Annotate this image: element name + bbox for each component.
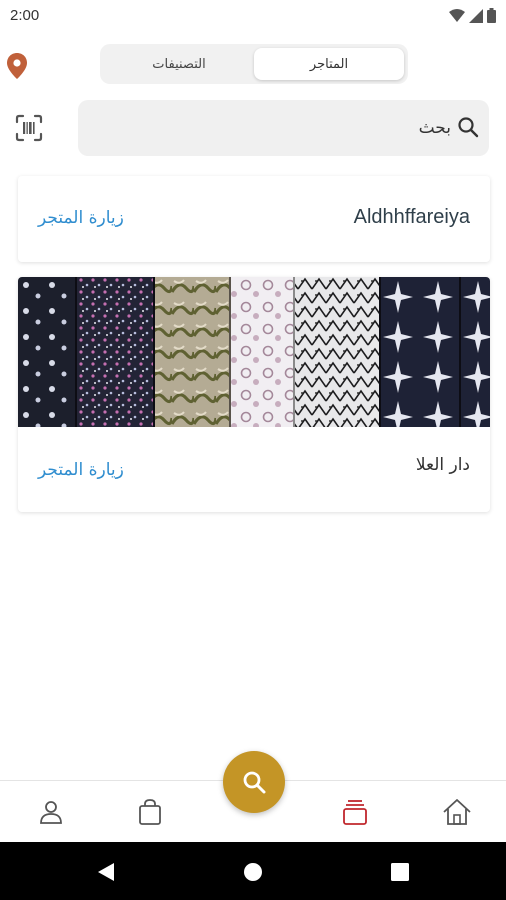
profile-icon: [40, 801, 62, 824]
barcode-scan-icon[interactable]: [14, 113, 44, 143]
status-icons: [449, 8, 496, 23]
tab-stores[interactable]: المتاجر: [254, 48, 404, 80]
magnifier-icon: [243, 771, 266, 794]
visit-store-link[interactable]: زيارة المتجر: [38, 460, 124, 480]
store-name: دار العلا: [415, 455, 470, 475]
nav-stores[interactable]: [338, 795, 372, 829]
tab-categories[interactable]: التصنيفات: [104, 48, 254, 80]
cell-signal-icon: [469, 8, 483, 23]
search-input[interactable]: [111, 114, 451, 142]
system-navigation-bar: [0, 842, 506, 900]
search-fab[interactable]: [223, 751, 285, 813]
home-button-icon[interactable]: [241, 860, 265, 884]
stores-categories-toggle: التصنيفات المتاجر: [100, 44, 408, 84]
store-name: Aldhhffareiya: [353, 206, 470, 228]
store-card[interactable]: Aldhhffareiya زيارة المتجر: [18, 176, 490, 262]
recents-icon[interactable]: [388, 860, 412, 884]
visit-store-link[interactable]: زيارة المتجر: [38, 208, 124, 228]
nav-cart[interactable]: [133, 795, 167, 829]
search-icon: [458, 117, 479, 138]
home-icon: [443, 799, 471, 825]
wifi-icon: [449, 8, 465, 22]
search-bar[interactable]: [78, 100, 489, 156]
bag-icon: [139, 799, 161, 825]
nav-home[interactable]: [440, 795, 474, 829]
store-banner-image: [18, 277, 490, 427]
store-card[interactable]: دار العلا زيارة المتجر: [18, 277, 490, 512]
back-icon[interactable]: [94, 860, 118, 884]
nav-profile[interactable]: [34, 795, 68, 829]
location-pin-icon[interactable]: [6, 52, 28, 80]
status-time: 2:00: [10, 7, 40, 24]
battery-icon: [487, 8, 496, 23]
status-bar: 2:00: [0, 0, 506, 32]
stores-icon: [343, 800, 367, 825]
